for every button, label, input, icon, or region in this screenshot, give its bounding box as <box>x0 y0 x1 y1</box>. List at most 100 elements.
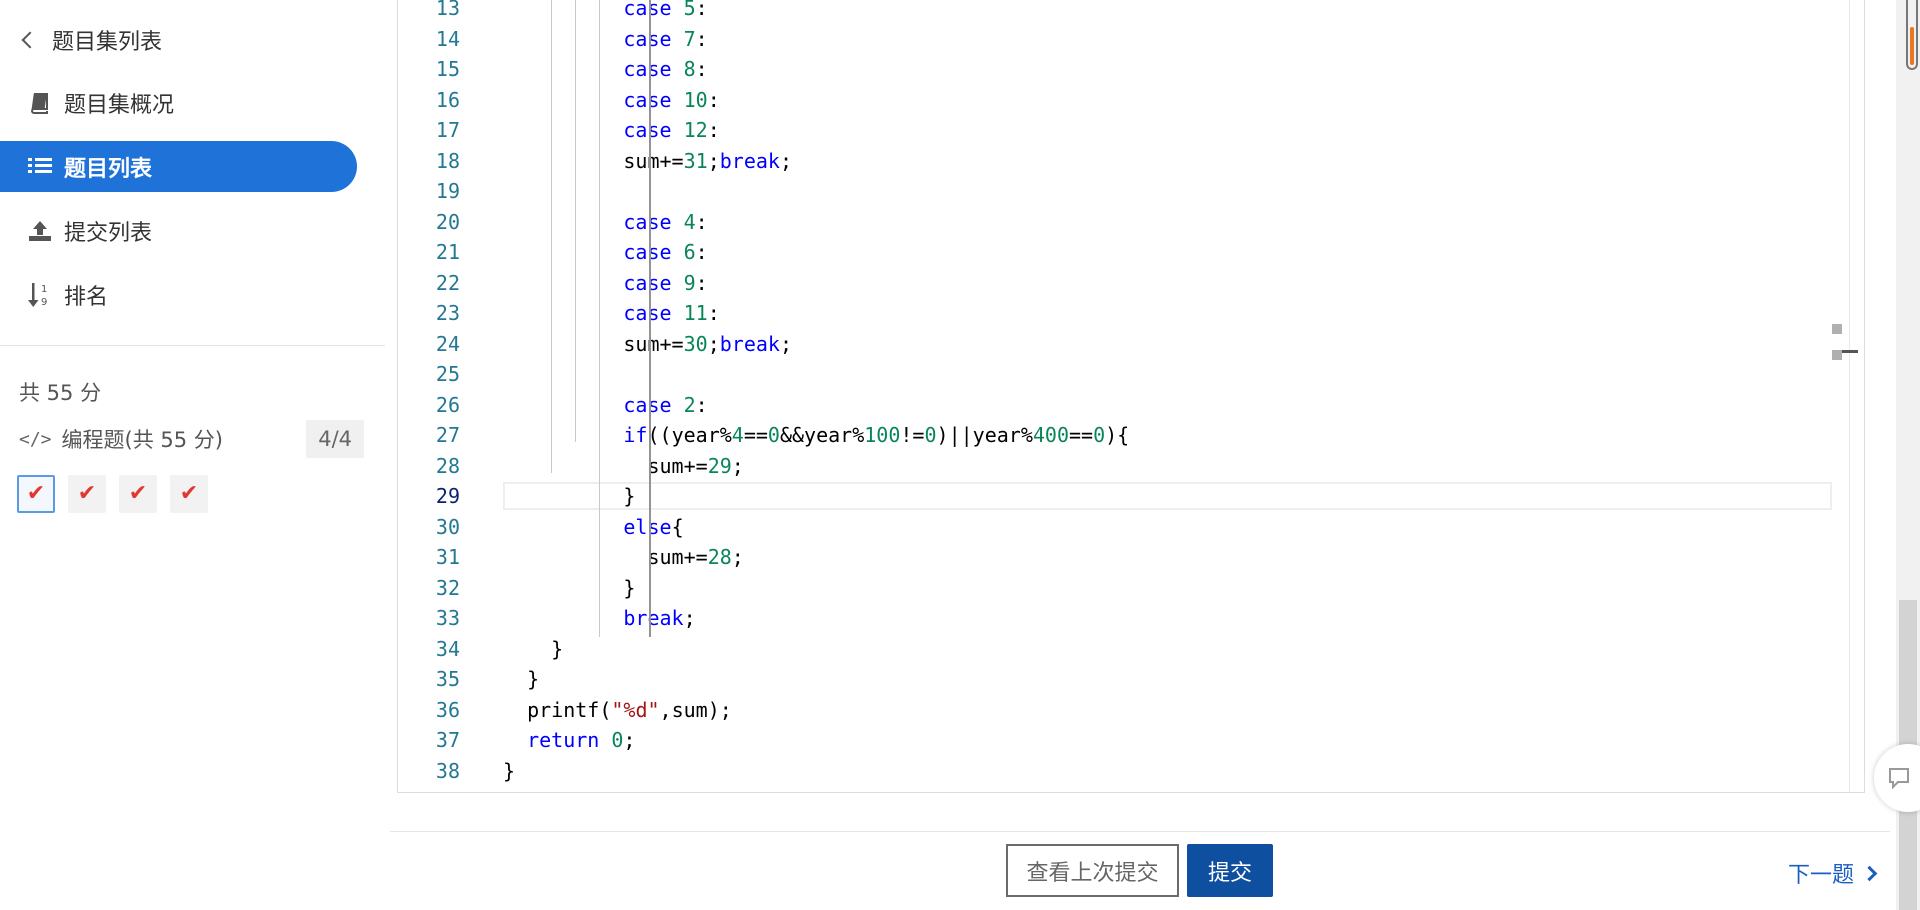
line-number: 27 <box>435 423 460 447</box>
code-token: 6 <box>683 240 696 264</box>
code-token: : <box>695 392 708 417</box>
line-number: 17 <box>435 118 460 142</box>
nav-item-label: 排名 <box>64 284 109 310</box>
check-icon: ✔ <box>128 481 148 506</box>
code-line: case 6: <box>623 237 707 267</box>
feedback-button[interactable] <box>1874 744 1920 812</box>
code-area[interactable]: case 5: case 7: case 8: case 10: case 12: sum… <box>503 0 1864 792</box>
code-token: &&year% <box>779 423 865 447</box>
code-line: else{ <box>623 512 683 542</box>
code-token: 7 <box>683 26 696 51</box>
code-token: : <box>695 0 708 20</box>
svg-text:9: 9 <box>41 297 47 308</box>
code-token: 100 <box>864 423 901 447</box>
page-scrollbar[interactable] <box>1874 0 1920 910</box>
code-token: 29 <box>707 453 732 478</box>
section-label: 编程题(共 55 分) <box>61 428 223 452</box>
code-token: : <box>707 118 720 142</box>
question-box-2[interactable]: ✔ <box>68 475 106 513</box>
nav-item-ranking[interactable]: 1 9 排名 <box>0 269 357 320</box>
code-line: case 5: <box>623 0 707 23</box>
nav-item-submissions[interactable]: 提交列表 <box>0 205 357 256</box>
overview-ruler-mark <box>1832 324 1842 334</box>
code-token: 28 <box>707 545 732 569</box>
nav-item-problem-list[interactable]: 题目列表 <box>0 141 357 192</box>
section-programming[interactable]: </> 编程题(共 55 分) 4/4 <box>19 420 364 458</box>
nav-item-label: 提交列表 <box>64 220 153 246</box>
line-number: 36 <box>435 697 460 722</box>
next-question-label: 下一题 <box>1788 863 1855 888</box>
submit-button[interactable]: 提交 <box>1187 844 1273 897</box>
overview-ruler-mark <box>1832 350 1842 360</box>
line-number: 30 <box>435 514 460 539</box>
code-token: != <box>900 423 925 447</box>
code-line: case 2: <box>623 390 707 420</box>
view-last-submission-button[interactable]: 查看上次提交 <box>1006 844 1179 897</box>
code-token: } <box>551 636 564 661</box>
code-token: ,sum); <box>659 697 732 722</box>
code-line: case 4: <box>623 207 707 237</box>
code-token: ; <box>731 545 744 569</box>
nav-item-overview[interactable]: 题目集概况 <box>0 77 357 128</box>
code-line: } <box>527 664 539 694</box>
line-number: 31 <box>435 545 460 569</box>
code-token: : <box>707 87 720 112</box>
chevron-left-icon <box>21 31 39 49</box>
code-token: } <box>623 575 636 600</box>
line-number: 21 <box>435 240 460 264</box>
code-token: 0 <box>611 728 624 752</box>
line-number: 18 <box>435 148 460 173</box>
code-line: break; <box>623 603 695 633</box>
line-number: 13 <box>435 0 460 20</box>
code-token: 9 <box>683 270 696 295</box>
code-token: : <box>695 209 708 234</box>
line-number: 34 <box>435 636 460 661</box>
code-editor[interactable]: 13 14 15 16 17 18 19 20 21 22 23 24 25 26 27 28 29 30 31 32… <box>397 0 1865 793</box>
line-number: 23 <box>435 301 460 325</box>
question-box-3[interactable]: ✔ <box>119 475 157 513</box>
question-box-1[interactable]: ✔ <box>17 475 55 513</box>
code-token: case <box>623 0 672 20</box>
code-token: case <box>623 240 672 264</box>
line-number: 32 <box>435 575 460 600</box>
code-token: } <box>503 758 516 783</box>
line-number: 28 <box>435 453 460 478</box>
editor-scrollbar[interactable] <box>1849 0 1850 792</box>
code-token: else <box>623 514 672 539</box>
indent-guide <box>599 0 601 638</box>
code-token: 30 <box>683 331 708 356</box>
code-line: printf("%d",sum); <box>527 695 732 725</box>
code-token: 400 <box>1032 423 1069 447</box>
next-question-link[interactable]: 下一题 <box>1788 857 1878 889</box>
code-token: : <box>707 301 720 325</box>
check-icon: ✔ <box>26 481 46 506</box>
code-token: case <box>623 26 672 51</box>
section-count-badge: 4/4 <box>306 420 364 458</box>
svg-text:1: 1 <box>41 284 47 295</box>
line-number: 25 <box>435 362 460 386</box>
code-line: sum+=28; <box>647 542 743 572</box>
code-line: case 7: <box>623 24 707 54</box>
back-to-problem-sets-link[interactable]: 题目集列表 <box>18 24 162 56</box>
line-number: 15 <box>435 57 460 81</box>
code-token: case <box>623 118 672 142</box>
thermometer-icon <box>1906 0 1918 70</box>
code-line: } <box>623 573 635 603</box>
code-line: } <box>503 756 515 786</box>
chat-icon <box>1889 768 1909 789</box>
code-token: case <box>623 392 672 417</box>
code-token: ; <box>623 728 636 752</box>
line-number: 16 <box>435 87 460 112</box>
line-number: 24 <box>435 331 460 356</box>
code-token: 10 <box>683 87 708 112</box>
line-number: 38 <box>435 758 460 783</box>
code-token: 12 <box>683 118 708 142</box>
nav-item-label: 题目集概况 <box>64 92 175 118</box>
question-box-4[interactable]: ✔ <box>170 475 208 513</box>
code-line: case 9: <box>623 268 707 298</box>
